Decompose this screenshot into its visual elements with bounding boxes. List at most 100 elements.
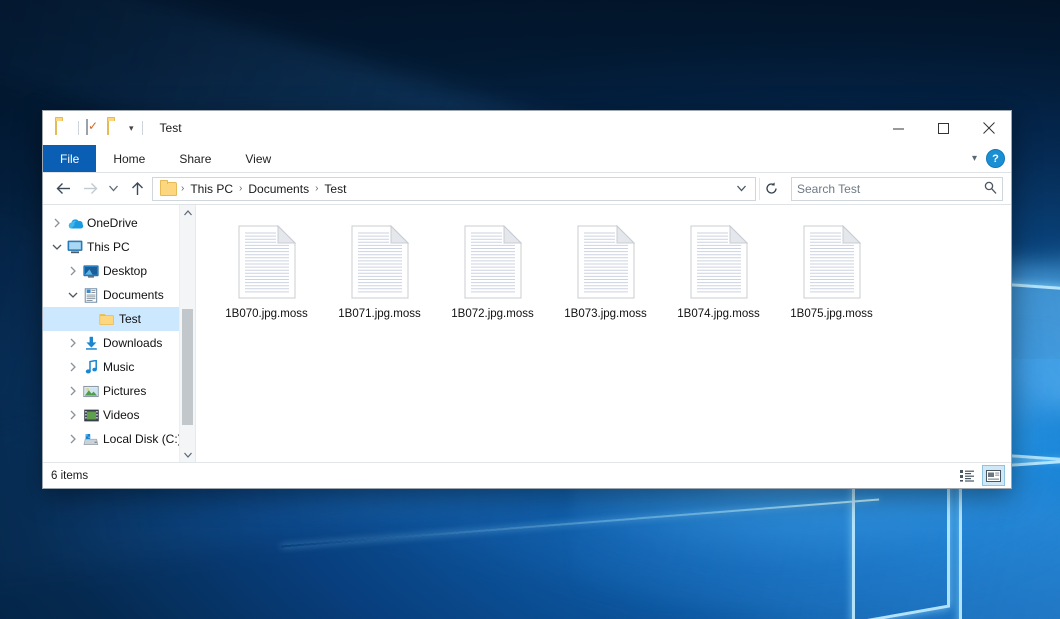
chevron-right-icon[interactable] bbox=[65, 338, 81, 348]
chevron-down-icon[interactable] bbox=[49, 243, 65, 251]
sidebar-item-label: Local Disk (C:) bbox=[101, 432, 182, 446]
chevron-down-icon[interactable]: ▾ bbox=[972, 153, 977, 164]
explorer-body: OneDrive This PC Desktop Documents Test Downl… bbox=[43, 204, 1011, 462]
file-grid: 1B070.jpg.moss 1B071.jpg.moss 1B072.jpg.mo… bbox=[196, 205, 1011, 320]
chevron-down-icon[interactable] bbox=[65, 291, 81, 299]
breadcrumb-this-pc[interactable]: This PC bbox=[186, 182, 237, 196]
file-name-label: 1B072.jpg.moss bbox=[451, 308, 533, 320]
navigation-tree: OneDrive This PC Desktop Documents Test Downl… bbox=[43, 205, 195, 451]
chevron-right-icon[interactable] bbox=[65, 410, 81, 420]
sidebar-item-documents[interactable]: Documents bbox=[43, 283, 195, 307]
pictures-icon bbox=[81, 385, 101, 398]
address-bar[interactable]: › This PC › Documents › Test bbox=[152, 177, 756, 201]
sidebar-item-label: OneDrive bbox=[85, 216, 138, 230]
file-explorer-window: ✓ ▾ Test File Home Share View ▾ ? bbox=[42, 110, 1012, 489]
file-name-label: 1B071.jpg.moss bbox=[338, 308, 420, 320]
up-button[interactable] bbox=[125, 177, 149, 201]
sidebar-item-videos[interactable]: Videos bbox=[43, 403, 195, 427]
forward-button[interactable] bbox=[78, 177, 102, 201]
new-folder-icon[interactable] bbox=[107, 120, 123, 136]
search-box[interactable]: Search Test bbox=[791, 177, 1003, 201]
properties-checkbox-icon[interactable]: ✓ bbox=[86, 120, 102, 136]
minimize-button[interactable] bbox=[876, 111, 921, 145]
sidebar-item-label: Music bbox=[101, 360, 134, 374]
scroll-down-button[interactable] bbox=[180, 447, 195, 462]
quick-access-toolbar: ✓ ▾ Test bbox=[43, 111, 182, 145]
folder-icon[interactable] bbox=[55, 120, 71, 136]
title-bar: ✓ ▾ Test bbox=[43, 111, 1011, 145]
file-name-label: 1B070.jpg.moss bbox=[225, 308, 307, 320]
breadcrumb-documents[interactable]: Documents bbox=[244, 182, 313, 196]
breadcrumb-separator: › bbox=[239, 183, 242, 194]
chevron-right-icon[interactable] bbox=[65, 362, 81, 372]
file-item[interactable]: 1B071.jpg.moss bbox=[323, 223, 436, 320]
file-item[interactable]: 1B073.jpg.moss bbox=[549, 223, 662, 320]
file-name-label: 1B074.jpg.moss bbox=[677, 308, 759, 320]
navigation-scrollbar[interactable] bbox=[179, 205, 195, 462]
videos-icon bbox=[81, 409, 101, 422]
scrollbar-thumb[interactable] bbox=[182, 309, 193, 425]
generic-document-icon bbox=[351, 225, 409, 299]
help-icon[interactable]: ? bbox=[986, 149, 1005, 168]
sidebar-item-onedrive[interactable]: OneDrive bbox=[43, 211, 195, 235]
sidebar-item-test[interactable]: Test bbox=[43, 307, 195, 331]
tab-home[interactable]: Home bbox=[96, 145, 162, 172]
generic-document-icon bbox=[690, 225, 748, 299]
ribbon-tab-bar: File Home Share View ▾ ? bbox=[43, 145, 1011, 173]
file-item[interactable]: 1B072.jpg.moss bbox=[436, 223, 549, 320]
sidebar-item-label: Documents bbox=[101, 288, 164, 302]
sidebar-item-downloads[interactable]: Downloads bbox=[43, 331, 195, 355]
address-dropdown-icon[interactable] bbox=[731, 178, 751, 200]
sidebar-item-label: Desktop bbox=[101, 264, 147, 278]
file-list-pane[interactable]: 1B070.jpg.moss 1B071.jpg.moss 1B072.jpg.mo… bbox=[196, 205, 1011, 462]
tab-file[interactable]: File bbox=[43, 145, 96, 172]
sidebar-item-local-disk-c[interactable]: Local Disk (C:) bbox=[43, 427, 195, 451]
generic-document-icon bbox=[238, 225, 296, 299]
search-icon[interactable] bbox=[984, 181, 997, 197]
file-item[interactable]: 1B070.jpg.moss bbox=[210, 223, 323, 320]
sidebar-item-music[interactable]: Music bbox=[43, 355, 195, 379]
chevron-right-icon[interactable] bbox=[65, 386, 81, 396]
file-item[interactable]: 1B075.jpg.moss bbox=[775, 223, 888, 320]
tab-share[interactable]: Share bbox=[162, 145, 228, 172]
ribbon-actions: ▾ ? bbox=[972, 145, 1005, 172]
scroll-up-button[interactable] bbox=[180, 205, 195, 220]
back-button[interactable] bbox=[51, 177, 75, 201]
refresh-button[interactable] bbox=[759, 178, 782, 200]
divider bbox=[142, 121, 143, 135]
sidebar-item-label: This PC bbox=[85, 240, 130, 254]
divider bbox=[78, 121, 79, 135]
sidebar-item-label: Test bbox=[117, 312, 141, 326]
sidebar-item-label: Videos bbox=[101, 408, 139, 422]
drive-icon bbox=[81, 433, 101, 446]
close-button[interactable] bbox=[966, 111, 1011, 145]
music-icon bbox=[81, 360, 101, 374]
file-name-label: 1B075.jpg.moss bbox=[790, 308, 872, 320]
tab-view[interactable]: View bbox=[228, 145, 288, 172]
onedrive-icon bbox=[65, 217, 85, 230]
chevron-right-icon[interactable] bbox=[65, 266, 81, 276]
maximize-button[interactable] bbox=[921, 111, 966, 145]
chevron-right-icon[interactable] bbox=[65, 434, 81, 444]
sidebar-item-desktop[interactable]: Desktop bbox=[43, 259, 195, 283]
status-bar: 6 items bbox=[43, 462, 1011, 488]
breadcrumb-separator: › bbox=[181, 183, 184, 194]
recent-locations-button[interactable] bbox=[105, 177, 122, 201]
chevron-right-icon[interactable] bbox=[49, 218, 65, 228]
downloads-icon bbox=[81, 336, 101, 350]
navigation-pane: OneDrive This PC Desktop Documents Test Downl… bbox=[43, 205, 196, 462]
large-icons-view-button[interactable] bbox=[982, 465, 1005, 486]
view-buttons bbox=[957, 463, 1005, 488]
item-count-label: 6 items bbox=[51, 470, 88, 482]
sidebar-item-this-pc[interactable]: This PC bbox=[43, 235, 195, 259]
breadcrumb-test[interactable]: Test bbox=[320, 182, 350, 196]
chevron-down-icon[interactable]: ▾ bbox=[128, 123, 135, 134]
folder-icon bbox=[160, 182, 177, 196]
breadcrumb-separator: › bbox=[315, 183, 318, 194]
file-item[interactable]: 1B074.jpg.moss bbox=[662, 223, 775, 320]
sidebar-item-pictures[interactable]: Pictures bbox=[43, 379, 195, 403]
documents-icon bbox=[81, 288, 101, 303]
search-input[interactable]: Search Test bbox=[797, 182, 860, 196]
details-view-button[interactable] bbox=[957, 466, 978, 485]
window-controls bbox=[876, 111, 1011, 145]
